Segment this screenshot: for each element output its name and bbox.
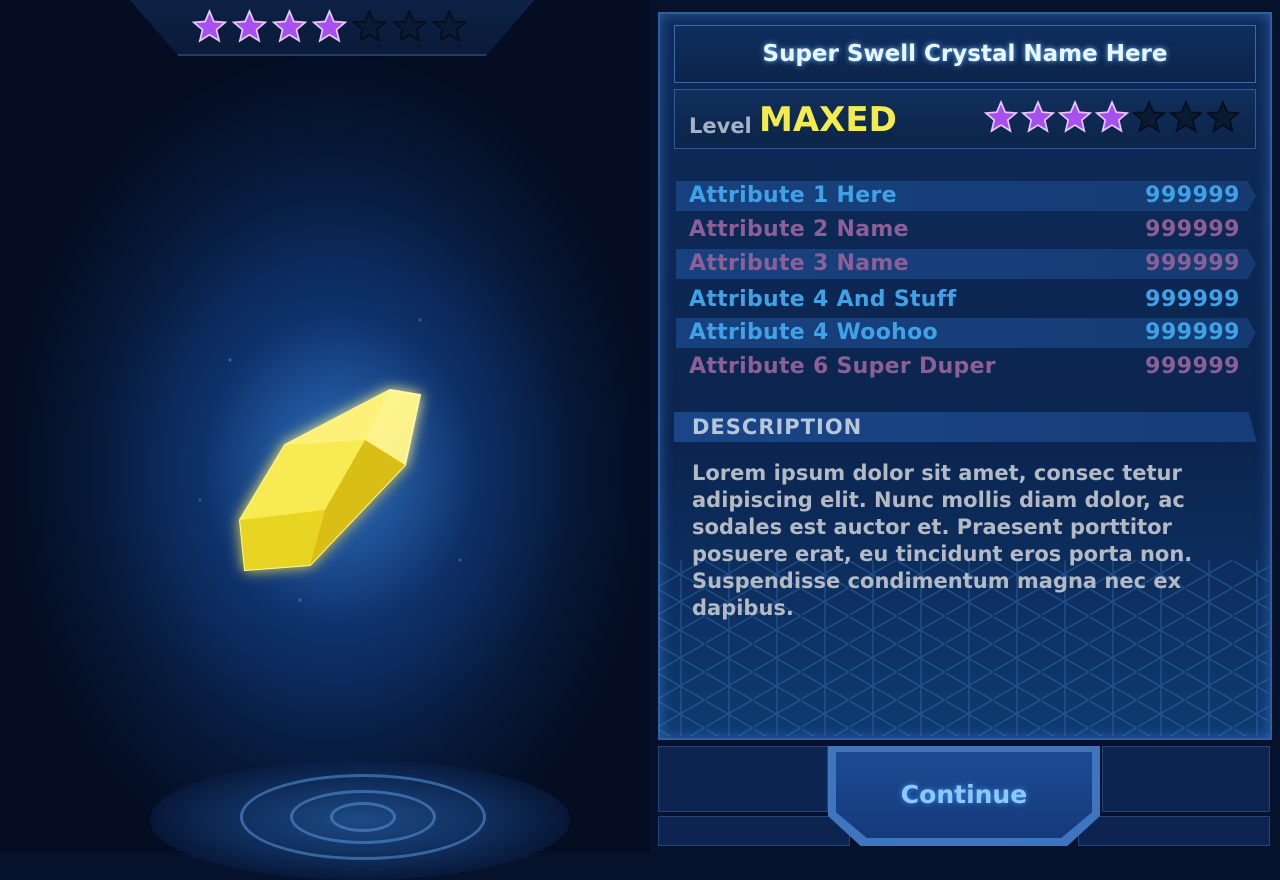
level-label: Level bbox=[689, 114, 752, 138]
item-title-box: Super Swell Crystal Name Here bbox=[674, 25, 1256, 83]
star-icon bbox=[1058, 100, 1092, 133]
attribute-row: Attribute 6 Super Duper 999999 bbox=[676, 352, 1256, 382]
star-icon bbox=[1132, 100, 1166, 133]
platform-ring bbox=[330, 802, 396, 832]
crystal-icon bbox=[238, 388, 422, 572]
attribute-value: 999999 bbox=[1145, 183, 1240, 208]
attribute-row: Attribute 4 Woohoo 999999 bbox=[676, 318, 1256, 348]
star-icon bbox=[432, 9, 467, 43]
star-icon bbox=[272, 9, 307, 43]
item-rating-level bbox=[984, 100, 1240, 134]
item-title: Super Swell Crystal Name Here bbox=[762, 41, 1168, 67]
attribute-row: Attribute 3 Name 999999 bbox=[676, 249, 1256, 279]
attribute-value: 999999 bbox=[1145, 320, 1240, 345]
bottom-panel-right bbox=[1102, 746, 1270, 812]
attribute-row: Attribute 1 Here 999999 bbox=[676, 181, 1256, 211]
bottom-panel-left bbox=[658, 746, 828, 812]
level-value: MAXED bbox=[759, 100, 897, 140]
description-line: adipiscing elit. Nunc mollis diam dolor,… bbox=[692, 488, 1185, 512]
attribute-name: Attribute 4 Woohoo bbox=[689, 320, 938, 345]
description-line: Suspendisse condimentum magna nec ex bbox=[692, 569, 1182, 593]
star-icon bbox=[352, 9, 387, 43]
star-icon bbox=[1095, 100, 1129, 133]
star-icon bbox=[192, 9, 227, 43]
attribute-value: 999999 bbox=[1145, 251, 1240, 276]
bottom-strip-right bbox=[1078, 816, 1270, 846]
description-line: sodales est auctor et. Praesent porttito… bbox=[692, 515, 1172, 539]
attribute-row: Attribute 4 And Stuff 999999 bbox=[676, 285, 1256, 315]
star-icon bbox=[1169, 100, 1203, 133]
star-icon bbox=[1206, 100, 1240, 133]
description-line: dapibus. bbox=[692, 596, 794, 620]
continue-button-label: Continue bbox=[900, 780, 1028, 809]
star-icon bbox=[392, 9, 427, 43]
attribute-row: Attribute 2 Name 999999 bbox=[676, 215, 1256, 245]
star-icon bbox=[1021, 100, 1055, 133]
attribute-value: 999999 bbox=[1145, 354, 1240, 379]
attribute-value: 999999 bbox=[1145, 217, 1240, 242]
attribute-name: Attribute 2 Name bbox=[689, 217, 909, 242]
attribute-name: Attribute 4 And Stuff bbox=[689, 287, 957, 312]
attribute-name: Attribute 3 Name bbox=[689, 251, 909, 276]
attribute-name: Attribute 6 Super Duper bbox=[689, 354, 996, 379]
continue-button[interactable]: Continue bbox=[836, 752, 1092, 838]
description-header-label: DESCRIPTION bbox=[692, 415, 863, 439]
description-line: Lorem ipsum dolor sit amet, consec tetur bbox=[692, 461, 1182, 485]
description-line: posuere erat, eu tincidunt eros porta no… bbox=[692, 542, 1193, 566]
display-platform bbox=[150, 760, 570, 880]
star-icon bbox=[984, 100, 1018, 133]
star-icon bbox=[312, 9, 347, 43]
description-header: DESCRIPTION bbox=[674, 412, 1257, 442]
attribute-name: Attribute 1 Here bbox=[689, 183, 897, 208]
star-icon bbox=[232, 9, 267, 43]
bottom-strip-left bbox=[658, 816, 850, 846]
attribute-value: 999999 bbox=[1145, 287, 1240, 312]
description-text: Lorem ipsum dolor sit amet, consec tetur… bbox=[692, 460, 1247, 622]
item-rating-top bbox=[192, 9, 467, 44]
